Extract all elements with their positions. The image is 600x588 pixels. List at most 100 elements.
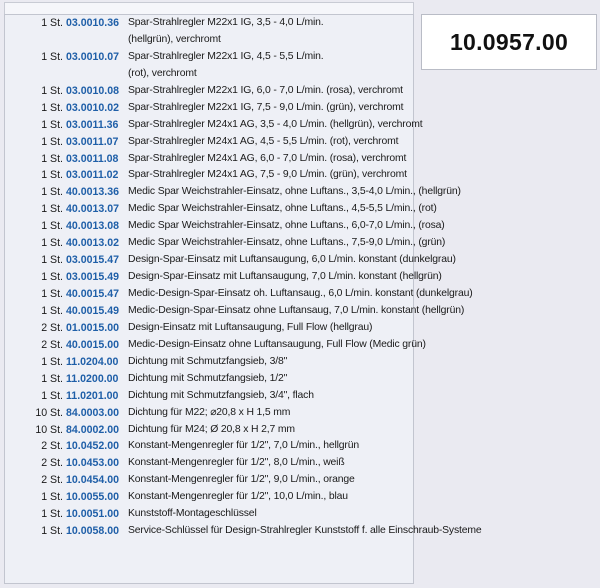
- item-article-code: 40.0013.08: [66, 220, 120, 233]
- item-quantity: 1 St.: [41, 271, 63, 284]
- item-description: Spar-Strahlregler M22x1 IG, 6,0 - 7,0 L/…: [128, 84, 403, 96]
- item-quantity: 1 St.: [41, 525, 63, 538]
- list-item: (rot), verchromt: [0, 66, 600, 83]
- item-quantity: 2 St.: [41, 338, 63, 351]
- list-item: 1 St. 40.0013.36 Medic Spar Weichstrahler-…: [0, 184, 600, 201]
- list-item: 1 St. 10.0055.00 Konstant-Mengenregler für…: [0, 489, 600, 506]
- item-description: Konstant-Mengenregler für 1/2", 7,0 L/mi…: [128, 440, 359, 452]
- item-description: (rot), verchromt: [128, 67, 197, 79]
- item-quantity: 1 St.: [41, 355, 63, 368]
- item-quantity: 1 St.: [41, 17, 63, 29]
- item-article-code: 03.0011.08: [66, 152, 119, 165]
- item-quantity: 1 St.: [41, 372, 63, 385]
- list-item: 1 St. 03.0010.08 Spar-Strahlregler M22x1 I…: [0, 83, 600, 100]
- item-quantity: 2 St.: [41, 474, 63, 487]
- item-quantity: 1 St.: [41, 203, 63, 216]
- item-description: Spar-Strahlregler M24x1 AG, 3,5 - 4,0 L/…: [128, 118, 423, 130]
- list-item: 2 St. 10.0454.00 Konstant-Mengenregler für…: [0, 472, 600, 489]
- item-article-code: 10.0452.00: [66, 440, 120, 453]
- item-article-code: 11.0204.00: [66, 355, 119, 368]
- item-article-code: 03.0011.07: [66, 135, 119, 148]
- item-description: Dichtung für M22; ⌀20,8 x H 1,5 mm: [128, 406, 291, 418]
- item-description: Dichtung mit Schmutzfangsieb, 3/4", flac…: [128, 389, 314, 401]
- item-article-code: 40.0013.07: [66, 203, 120, 216]
- item-description: Spar-Strahlregler M24x1 AG, 7,5 - 9,0 L/…: [128, 169, 407, 181]
- item-quantity: 2 St.: [41, 457, 63, 470]
- list-item: 1 St. 40.0015.47 Medic-Design-Spar-Einsatz…: [0, 286, 600, 303]
- item-quantity: 1 St.: [41, 118, 63, 131]
- item-description: Medic-Design-Spar-Einsatz ohne Luftansau…: [128, 304, 465, 316]
- item-description: Spar-Strahlregler M24x1 AG, 4,5 - 5,5 L/…: [128, 135, 399, 147]
- item-article-code: 40.0015.00: [66, 338, 120, 351]
- list-header-strip: [4, 2, 414, 14]
- list-item: 1 St. 40.0013.07 Medic Spar Weichstrahler-…: [0, 201, 600, 218]
- item-article-code: 10.0058.00: [66, 525, 120, 538]
- item-description: Spar-Strahlregler M22x1 IG, 4,5 - 5,5 L/…: [128, 50, 324, 62]
- item-description: Service-Schlüssel für Design-Strahlregle…: [128, 525, 482, 537]
- item-description: (hellgrün), verchromt: [128, 33, 221, 45]
- item-article-code: 03.0011.02: [66, 169, 119, 182]
- item-description: Medic Spar Weichstrahler-Einsatz, ohne L…: [128, 237, 446, 249]
- item-quantity: 10 St.: [35, 423, 63, 436]
- item-description: Dichtung für M24; Ø 20,8 x H 2,7 mm: [128, 423, 295, 435]
- item-description: Medic-Design-Spar-Einsatz oh. Luftansaug…: [128, 288, 473, 299]
- list-item: 1 St. 11.0201.00 Dichtung mit Schmutzfangs…: [0, 388, 600, 405]
- list-item: (hellgrün), verchromt: [0, 32, 600, 49]
- item-article-code: 40.0015.49: [66, 304, 120, 317]
- item-quantity: 1 St.: [41, 254, 63, 267]
- list-item: 1 St. 40.0013.02 Medic Spar Weichstrahler-…: [0, 235, 600, 252]
- item-description: Kunststoff-Montageschlüssel: [128, 508, 257, 520]
- list-item: 1 St. 40.0015.49 Medic-Design-Spar-Einsatz…: [0, 303, 600, 320]
- list-item: 2 St. 40.0015.00 Medic-Design-Einsatz ohne…: [0, 337, 600, 354]
- item-description: Dichtung mit Schmutzfangsieb, 3/8": [128, 355, 288, 367]
- list-item: 1 St. 03.0010.07 Spar-Strahlregler M22x1 I…: [0, 49, 600, 66]
- list-item: 2 St. 01.0015.00 Design-Einsatz mit Luftan…: [0, 320, 600, 337]
- item-quantity: 1 St.: [41, 508, 63, 521]
- list-item: 1 St. 03.0011.08 Spar-Strahlregler M24x1 A…: [0, 151, 600, 168]
- list-item: 1 St. 03.0011.07 Spar-Strahlregler M24x1 A…: [0, 134, 600, 151]
- item-article-code: 10.0051.00: [66, 508, 120, 521]
- item-quantity: 1 St.: [41, 169, 63, 182]
- item-description: Spar-Strahlregler M24x1 AG, 6,0 - 7,0 L/…: [128, 152, 407, 164]
- list-item: 1 St. 03.0010.36 Spar-Strahlregler M22x1 I…: [0, 15, 600, 32]
- item-quantity: 2 St.: [41, 440, 63, 453]
- item-article-code: 40.0013.02: [66, 237, 120, 250]
- item-article-code: 10.0055.00: [66, 491, 120, 504]
- item-article-code: 84.0002.00: [66, 423, 120, 436]
- item-quantity: 1 St.: [41, 220, 63, 233]
- item-description: Medic Spar Weichstrahler-Einsatz, ohne L…: [128, 186, 461, 198]
- list-item: 1 St. 10.0051.00 Kunststoff-Montageschlüss…: [0, 506, 600, 523]
- item-quantity: 1 St.: [41, 135, 63, 148]
- list-item: 10 St. 84.0002.00 Dichtung für M24; Ø 20,8…: [0, 422, 600, 439]
- list-item: 1 St. 03.0011.02 Spar-Strahlregler M24x1 A…: [0, 167, 600, 184]
- item-quantity: 1 St.: [41, 50, 63, 63]
- item-article-code: 11.0200.00: [66, 372, 119, 385]
- list-item: 2 St. 10.0452.00 Konstant-Mengenregler für…: [0, 438, 600, 455]
- item-article-code: 10.0453.00: [66, 457, 120, 470]
- item-description: Spar-Strahlregler M22x1 IG, 7,5 - 9,0 L/…: [128, 101, 404, 113]
- item-article-code: 10.0454.00: [66, 474, 120, 487]
- item-description: Medic-Design-Einsatz ohne Luftansaugung,…: [128, 338, 426, 350]
- item-quantity: 1 St.: [41, 84, 63, 97]
- item-description: Medic Spar Weichstrahler-Einsatz, ohne L…: [128, 220, 445, 232]
- item-quantity: 2 St.: [41, 321, 63, 334]
- item-quantity: 1 St.: [41, 152, 63, 165]
- item-description: Konstant-Mengenregler für 1/2", 8,0 L/mi…: [128, 457, 345, 469]
- item-article-code: 03.0015.49: [66, 271, 120, 284]
- list-item: 1 St. 10.0058.00 Service-Schlüssel für Des…: [0, 523, 600, 540]
- item-article-code: 03.0010.07: [66, 50, 120, 63]
- item-description: Design-Spar-Einsatz mit Luftansaugung, 7…: [128, 271, 442, 283]
- item-description: Design-Einsatz mit Luftansaugung, Full F…: [128, 321, 373, 333]
- item-quantity: 1 St.: [41, 237, 63, 250]
- item-article-code: 84.0003.00: [66, 406, 120, 419]
- list-item: 1 St. 03.0011.36 Spar-Strahlregler M24x1 A…: [0, 117, 600, 134]
- contents-list: 1 St. 03.0010.36 Spar-Strahlregler M22x1 I…: [0, 15, 600, 540]
- list-item: 1 St. 03.0015.49 Design-Spar-Einsatz mit L…: [0, 269, 600, 286]
- item-description: Spar-Strahlregler M22x1 IG, 3,5 - 4,0 L/…: [128, 17, 324, 28]
- list-item: 1 St. 03.0010.02 Spar-Strahlregler M22x1 I…: [0, 100, 600, 117]
- list-item: 1 St. 40.0013.08 Medic Spar Weichstrahler-…: [0, 218, 600, 235]
- item-description: Design-Spar-Einsatz mit Luftansaugung, 6…: [128, 254, 456, 266]
- item-description: Medic Spar Weichstrahler-Einsatz, ohne L…: [128, 203, 437, 215]
- item-quantity: 1 St.: [41, 304, 63, 317]
- item-article-code: 03.0015.47: [66, 254, 120, 267]
